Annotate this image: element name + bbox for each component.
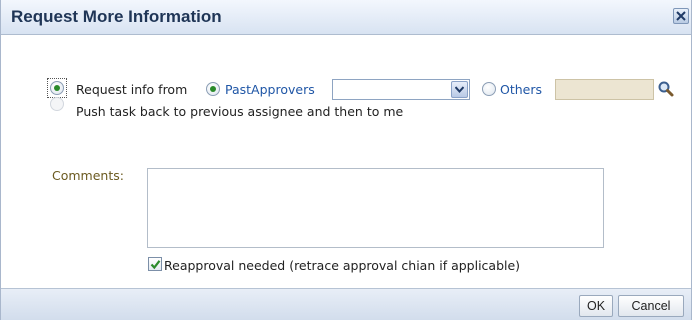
push-back-label: Push task back to previous assignee and … bbox=[76, 104, 404, 119]
checkmark-icon bbox=[150, 260, 161, 270]
request-info-radio[interactable] bbox=[50, 81, 64, 95]
dialog-titlebar: Request More Information bbox=[1, 0, 691, 35]
past-approvers-radio[interactable] bbox=[206, 82, 220, 96]
radio-selected-dot bbox=[54, 85, 60, 91]
cancel-button[interactable]: Cancel bbox=[618, 295, 684, 317]
radio-selected-dot bbox=[210, 86, 216, 92]
others-label[interactable]: Others bbox=[500, 82, 542, 97]
close-icon bbox=[676, 11, 686, 21]
request-info-label: Request info from bbox=[76, 82, 188, 97]
others-input[interactable] bbox=[555, 79, 654, 100]
close-button[interactable] bbox=[673, 8, 689, 24]
reapproval-label[interactable]: Reapproval needed (retrace approval chia… bbox=[164, 258, 520, 273]
past-approvers-label[interactable]: PastApprovers bbox=[225, 82, 315, 97]
push-back-radio[interactable] bbox=[50, 97, 64, 111]
reapproval-checkbox[interactable] bbox=[148, 257, 162, 271]
search-icon[interactable] bbox=[657, 80, 675, 98]
request-more-info-dialog: Request More Information Request info fr… bbox=[0, 0, 692, 320]
dialog-footer: OK Cancel bbox=[1, 288, 691, 320]
comments-label: Comments: bbox=[52, 168, 124, 183]
comments-textarea[interactable] bbox=[147, 168, 604, 248]
approver-select[interactable] bbox=[332, 79, 470, 100]
others-radio[interactable] bbox=[482, 82, 496, 96]
ok-button[interactable]: OK bbox=[579, 295, 613, 317]
chevron-down-icon[interactable] bbox=[451, 81, 468, 98]
dialog-title: Request More Information bbox=[11, 7, 222, 26]
